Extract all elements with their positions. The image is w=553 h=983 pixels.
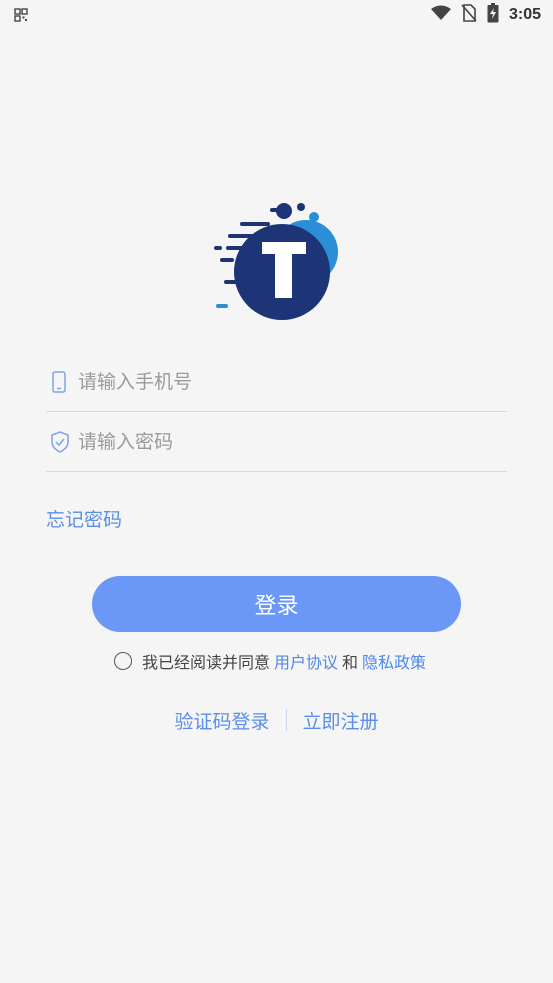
phone-input[interactable]: [78, 365, 498, 399]
agreement-row: 我已经阅读并同意 用户协议 和 隐私政策: [114, 650, 426, 672]
app-logo: [212, 200, 342, 322]
password-field[interactable]: [46, 413, 507, 472]
agreement-radio[interactable]: [114, 652, 132, 670]
forgot-password-link[interactable]: 忘记密码: [46, 505, 122, 532]
phone-icon: [50, 371, 68, 393]
privacy-policy-link[interactable]: 隐私政策: [362, 649, 426, 673]
wifi-icon: [430, 5, 451, 25]
qr-grid-icon: [14, 7, 28, 26]
status-time: 3:05: [508, 6, 541, 23]
status-bar: 3:05: [0, 0, 553, 30]
register-link[interactable]: 立即注册: [303, 707, 379, 734]
user-agreement-link[interactable]: 用户协议: [274, 649, 338, 673]
agreement-and: 和: [342, 653, 359, 672]
shield-check-icon: [50, 431, 69, 453]
link-divider: [285, 709, 287, 731]
agreement-prefix: 我已经阅读并同意: [142, 653, 271, 672]
sms-login-link[interactable]: 验证码登录: [174, 707, 269, 734]
password-input[interactable]: [78, 425, 498, 459]
phone-field[interactable]: [46, 353, 507, 412]
login-button[interactable]: 登录: [92, 576, 461, 632]
no-sim-icon: [461, 4, 477, 26]
battery-charging-icon: [487, 3, 499, 27]
bottom-links: 验证码登录 立即注册: [0, 706, 553, 734]
